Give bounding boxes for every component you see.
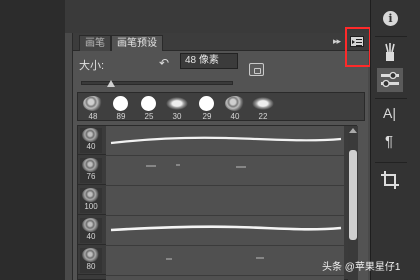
brush-presets-button[interactable]	[377, 68, 403, 92]
scroll-thumb[interactable]	[349, 150, 357, 240]
preset-item[interactable]: 30	[164, 95, 190, 121]
brush-icon	[385, 43, 395, 61]
preset-item[interactable]: 48	[80, 95, 106, 121]
preset-item[interactable]: 22	[250, 95, 276, 121]
brush-round-icon	[141, 96, 156, 111]
size-slider-thumb[interactable]	[107, 80, 116, 87]
list-item[interactable]: 80	[78, 246, 344, 275]
stroke-preview	[106, 156, 344, 185]
preset-item[interactable]: 89	[108, 95, 134, 121]
stroke-preview	[106, 246, 344, 275]
stroke-preview-line	[110, 136, 342, 145]
right-dock: i A| ¶	[370, 0, 420, 280]
brush-thumbnail: 40	[80, 128, 102, 153]
crop-icon	[381, 171, 399, 189]
tab-brush-presets[interactable]: 画笔预设	[111, 35, 163, 51]
brush-round-icon	[113, 96, 128, 111]
dock-divider	[375, 162, 407, 163]
size-slider[interactable]	[81, 81, 233, 85]
character-icon: A|	[383, 105, 396, 121]
highlight-box	[345, 27, 371, 67]
brush-round-icon	[199, 96, 214, 111]
brush-preset-list: 40 76 100 40 80	[77, 125, 358, 280]
character-button[interactable]: A|	[377, 104, 403, 128]
stroke-preview-line	[166, 257, 264, 260]
brush-thumbnail: 76	[80, 158, 102, 183]
crop-button[interactable]	[377, 168, 403, 192]
panel-header-gap	[65, 0, 370, 33]
stroke-preview	[106, 216, 344, 245]
list-item[interactable]	[78, 276, 344, 280]
size-input[interactable]: 48 像素	[180, 53, 238, 69]
brush-noise-icon	[82, 188, 100, 202]
brush-size: 76	[86, 172, 96, 181]
brush-noise-icon	[82, 128, 100, 142]
preset-item[interactable]: 40	[222, 95, 248, 121]
brush-splatter-icon	[252, 97, 274, 110]
stroke-preview	[106, 186, 344, 215]
tab-brush[interactable]: 画笔	[79, 35, 111, 51]
brush-presets-panel: 画笔 画笔预设 ▸▸ 大小: ↶ 48 像素 48 89 25 30 29 40…	[72, 33, 369, 280]
brush-noise-icon	[82, 218, 100, 232]
dock-divider	[375, 36, 407, 37]
brush-thumbnail: 40	[80, 218, 102, 243]
brush-noise-icon	[225, 96, 245, 111]
brush-size: 40	[86, 232, 96, 241]
list-item[interactable]: 40	[78, 216, 344, 245]
brush-noise-icon	[83, 96, 103, 111]
brush-splatter-icon	[166, 97, 188, 110]
info-icon: i	[383, 11, 398, 26]
reset-icon[interactable]: ↶	[159, 56, 169, 70]
list-item[interactable]: 40	[78, 126, 344, 155]
brush-size: 40	[86, 142, 96, 151]
list-item[interactable]: 76	[78, 156, 344, 185]
preset-size: 22	[258, 112, 268, 121]
preset-size: 48	[88, 112, 98, 121]
brush-size: 80	[86, 262, 96, 271]
paragraph-button[interactable]: ¶	[377, 132, 403, 156]
preset-size: 29	[202, 112, 212, 121]
stroke-preview-line	[146, 164, 246, 168]
brush-noise-icon	[82, 158, 100, 172]
panel-tabbar: 画笔 画笔预设 ▸▸	[73, 33, 369, 51]
dock-divider	[375, 98, 407, 99]
stroke-preview	[106, 126, 344, 155]
brush-button[interactable]	[377, 40, 403, 64]
collapse-panel-button[interactable]: ▸▸	[333, 36, 341, 47]
list-item[interactable]: 100	[78, 186, 344, 215]
brush-noise-icon	[82, 248, 100, 262]
list-scrollbar[interactable]	[348, 126, 358, 280]
scroll-up-icon[interactable]	[349, 128, 357, 133]
canvas-area	[0, 0, 65, 280]
preset-item[interactable]: 29	[194, 95, 220, 121]
brush-presets-icon	[381, 71, 399, 88]
preset-size: 30	[172, 112, 182, 121]
preset-item[interactable]: 25	[136, 95, 162, 121]
watermark-text: 头条 @苹果星仔1	[322, 262, 401, 273]
preset-size: 25	[144, 112, 154, 121]
size-label: 大小:	[79, 60, 105, 72]
paragraph-icon: ¶	[385, 133, 394, 150]
brush-thumbnail: 100	[80, 188, 102, 213]
brush-thumbnail: 80	[80, 248, 102, 273]
stroke-preview-line	[110, 225, 342, 232]
create-preset-icon[interactable]	[249, 63, 264, 76]
brush-size: 100	[84, 202, 98, 211]
stroke-preview	[106, 276, 344, 280]
preset-size: 40	[230, 112, 240, 121]
preset-size: 89	[116, 112, 126, 121]
preset-strip: 48 89 25 30 29 40 22	[77, 92, 365, 121]
info-button[interactable]: i	[377, 8, 403, 32]
